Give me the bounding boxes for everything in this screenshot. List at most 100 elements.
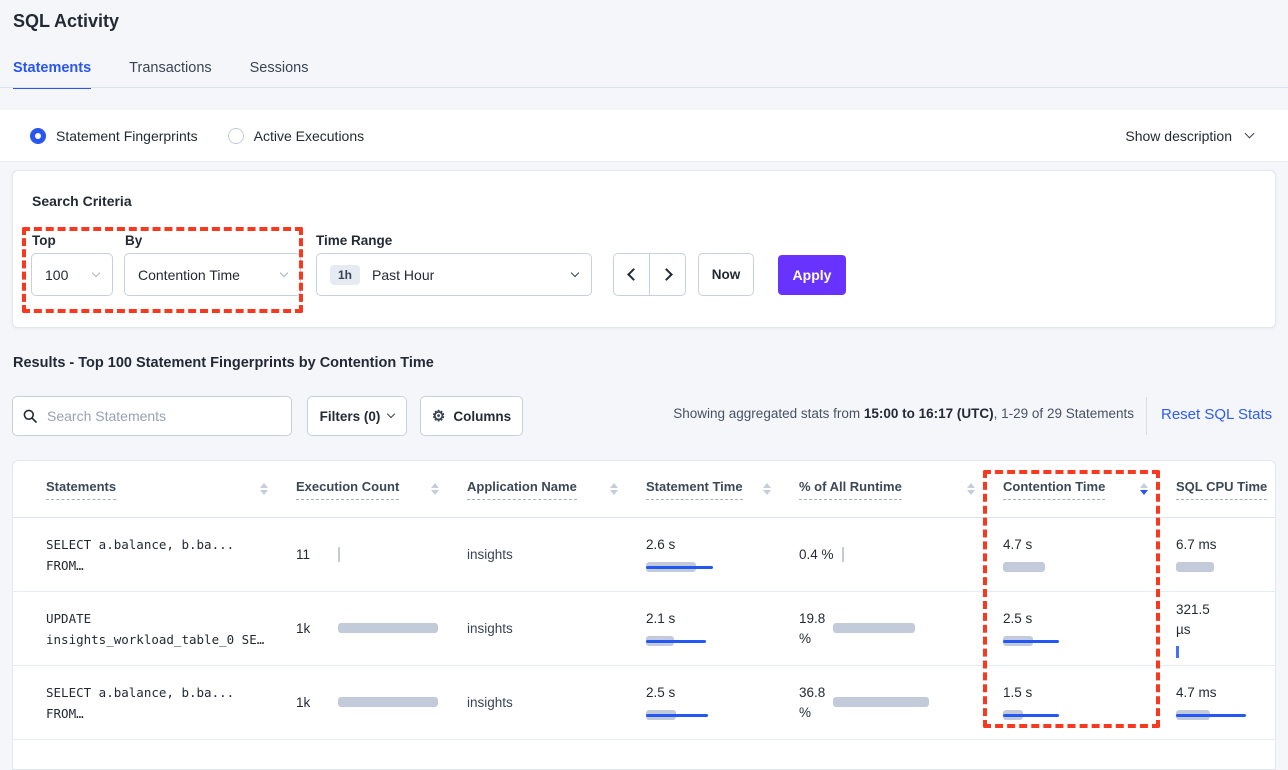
now-button[interactable]: Now: [698, 253, 754, 296]
search-criteria-heading: Search Criteria: [32, 193, 132, 209]
search-statements-input[interactable]: [45, 407, 281, 425]
statement-time-cell: 2.5 s: [646, 683, 799, 722]
columns-label: Columns: [453, 409, 511, 424]
time-range-badge: 1h: [330, 265, 360, 285]
pct-runtime-cell: 19.8 %: [799, 609, 1003, 649]
contention-time-cell: 2.5 s: [1003, 609, 1176, 648]
contention-time-cell: 4.7 s: [1003, 535, 1176, 574]
application-name-cell: insights: [467, 547, 646, 562]
time-range-select[interactable]: 1h Past Hour: [316, 253, 592, 296]
application-name-cell: insights: [467, 695, 646, 710]
tab-sessions[interactable]: Sessions: [250, 60, 309, 89]
radio-active-executions[interactable]: Active Executions: [228, 128, 365, 144]
apply-button[interactable]: Apply: [778, 255, 846, 295]
value-bar: [338, 622, 438, 635]
show-description-label: Show description: [1125, 128, 1232, 144]
radio-statement-fingerprints[interactable]: Statement Fingerprints: [30, 128, 198, 144]
cell-value: 2.5 s: [1003, 609, 1176, 629]
sort-icon-active-desc: [1140, 483, 1148, 496]
column-header-sql-cpu-time[interactable]: SQL CPU Time: [1176, 479, 1275, 500]
value-bar: [1003, 635, 1059, 648]
value-bar: [1176, 709, 1246, 722]
time-range-prev-button[interactable]: [613, 253, 650, 296]
cell-value: 2.5 s: [646, 683, 799, 703]
by-select[interactable]: Contention Time: [124, 253, 301, 296]
sort-icon: [967, 483, 975, 496]
table-body: SELECT a.balance, b.ba... FROM… 11 insig…: [13, 518, 1275, 740]
cell-value: 321.5 µs: [1176, 600, 1275, 640]
chevron-down-icon: [280, 268, 288, 276]
table-row[interactable]: SELECT a.balance, b.ba... FROM… 1k insig…: [13, 666, 1275, 740]
sort-icon: [763, 483, 771, 496]
pct-runtime-cell: 0.4 %: [799, 545, 1003, 565]
statement-cell[interactable]: SELECT a.balance, b.ba... FROM…: [46, 534, 296, 576]
column-header-statement-time[interactable]: Statement Time: [646, 479, 799, 500]
table-row[interactable]: UPDATE insights_workload_table_0 SE… 1k …: [13, 592, 1275, 666]
cell-value: 11: [296, 545, 330, 565]
radio-unselected-icon: [228, 128, 244, 144]
vertical-divider: [1146, 397, 1147, 435]
sql-cpu-time-cell: 321.5 µs: [1176, 600, 1275, 658]
tab-bar: Statements Transactions Sessions: [13, 60, 308, 89]
sql-cpu-time-cell: 4.7 ms: [1176, 683, 1275, 722]
table-row[interactable]: SELECT a.balance, b.ba... FROM… 11 insig…: [13, 518, 1275, 592]
value-bar: [833, 696, 929, 709]
value-bar: [833, 622, 915, 635]
top-select[interactable]: 100: [31, 253, 113, 296]
time-range-label: Time Range: [316, 233, 392, 248]
table-header-row: Statements Execution Count Application N…: [13, 461, 1275, 518]
tab-bar-divider: [0, 87, 1288, 88]
column-header-application-name[interactable]: Application Name: [467, 479, 646, 500]
sort-icon: [260, 483, 268, 496]
radio-label: Statement Fingerprints: [56, 128, 198, 144]
columns-button[interactable]: ⚙ Columns: [420, 396, 523, 436]
sort-icon: [610, 483, 618, 496]
gear-icon: ⚙: [432, 409, 445, 424]
value-bar: [646, 709, 708, 722]
column-header-pct-runtime[interactable]: % of All Runtime: [799, 479, 1003, 500]
search-icon: [23, 409, 37, 423]
sort-icon: [431, 483, 439, 496]
column-header-contention-time[interactable]: Contention Time: [1003, 479, 1176, 500]
chevron-down-icon: [92, 268, 100, 276]
statement-cell[interactable]: UPDATE insights_workload_table_0 SE…: [46, 608, 296, 650]
statements-table: Statements Execution Count Application N…: [12, 460, 1276, 770]
view-toggle-bar: Statement Fingerprints Active Executions…: [0, 110, 1288, 162]
show-description-toggle[interactable]: Show description: [1125, 128, 1253, 144]
value-bar: [1003, 561, 1045, 574]
cell-value: 0.4 %: [799, 545, 834, 565]
execution-count-cell: 1k: [296, 693, 467, 713]
execution-count-cell: 1k: [296, 619, 467, 639]
cell-value: 4.7 s: [1003, 535, 1176, 555]
chevron-right-icon: [660, 268, 673, 281]
value-bar: [338, 547, 340, 562]
application-name-cell: insights: [467, 621, 646, 636]
by-label: By: [125, 233, 142, 248]
cell-value: 2.6 s: [646, 535, 799, 555]
cell-value: 4.7 ms: [1176, 683, 1275, 703]
results-heading: Results - Top 100 Statement Fingerprints…: [13, 355, 434, 371]
contention-time-cell: 1.5 s: [1003, 683, 1176, 722]
radio-selected-icon: [30, 128, 46, 144]
tab-transactions[interactable]: Transactions: [129, 60, 211, 89]
column-header-statements[interactable]: Statements: [46, 479, 296, 500]
column-header-execution-count[interactable]: Execution Count: [296, 479, 467, 500]
statement-cell[interactable]: SELECT a.balance, b.ba... FROM…: [46, 682, 296, 724]
statement-fingerprint-link[interactable]: SELECT a.balance, b.ba... FROM…: [46, 534, 296, 576]
sql-cpu-time-cell: 6.7 ms: [1176, 535, 1275, 574]
top-select-value: 100: [45, 267, 68, 283]
chevron-down-icon: [387, 410, 395, 418]
statement-fingerprint-link[interactable]: SELECT a.balance, b.ba... FROM…: [46, 682, 296, 724]
time-range-next-button[interactable]: [649, 253, 686, 296]
cell-value: 6.7 ms: [1176, 535, 1275, 555]
cell-value: 2.1 s: [646, 609, 799, 629]
chevron-left-icon: [627, 268, 640, 281]
statement-fingerprint-link[interactable]: UPDATE insights_workload_table_0 SE…: [46, 608, 296, 650]
top-label: Top: [32, 233, 56, 248]
statement-time-cell: 2.6 s: [646, 535, 799, 574]
reset-sql-stats-link[interactable]: Reset SQL Stats: [1161, 406, 1272, 423]
filters-button[interactable]: Filters (0): [307, 396, 407, 436]
by-select-value: Contention Time: [138, 267, 240, 283]
tab-statements[interactable]: Statements: [13, 60, 91, 89]
value-bar: [842, 547, 844, 562]
